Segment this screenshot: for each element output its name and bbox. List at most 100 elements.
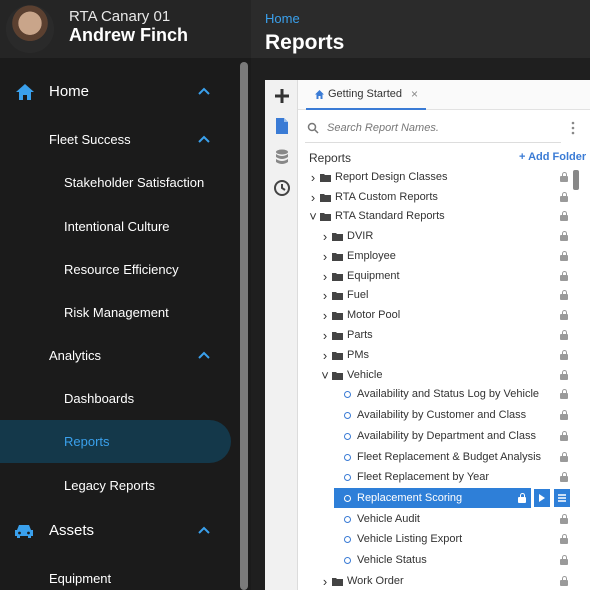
breadcrumb[interactable]: Home <box>265 11 300 26</box>
add-folder-button[interactable]: + Add Folder <box>519 151 586 163</box>
profile-header[interactable]: RTA Canary 01 Andrew Finch <box>0 0 251 58</box>
chevron-right-icon[interactable]: › <box>321 229 329 244</box>
nav-analytics-label: Analytics <box>49 348 102 363</box>
nav-legacy-reports[interactable]: Legacy Reports <box>0 464 240 507</box>
page-header: Home Reports <box>251 0 590 58</box>
tree-item-label: Fleet Replacement & Budget Analysis <box>357 451 542 463</box>
nav-equipment[interactable]: Equipment <box>0 557 240 590</box>
nav-analytics[interactable]: Analytics <box>0 334 240 377</box>
tree-report[interactable]: Availability by Customer and Class <box>342 405 526 425</box>
home-icon <box>315 90 324 99</box>
tab-getting-started[interactable]: Getting Started × <box>306 80 426 110</box>
lock-icon <box>560 452 568 462</box>
search-icon <box>307 122 319 134</box>
avatar[interactable] <box>6 5 54 53</box>
nav-risk-management[interactable]: Risk Management <box>0 291 240 334</box>
tree-report[interactable]: Availability by Department and Class <box>342 426 536 446</box>
lock-icon <box>560 271 568 281</box>
reports-panel: Getting Started × Reports + Add Folder ›… <box>265 80 590 590</box>
tree-item-label: Availability by Customer and Class <box>357 409 527 421</box>
chevron-up-icon[interactable] <box>198 350 210 360</box>
lock-icon <box>560 472 568 482</box>
tree-folder[interactable]: › Report Design Classes <box>309 167 448 187</box>
sidebar-scrollbar[interactable] <box>238 62 249 590</box>
nav-resource-efficiency[interactable]: Resource Efficiency <box>0 248 240 291</box>
nav-equipment-label: Equipment <box>49 571 112 586</box>
chevron-right-icon[interactable]: › <box>321 348 329 363</box>
nav-home[interactable]: Home <box>0 70 240 113</box>
tree-report[interactable]: Availability and Status Log by Vehicle <box>342 384 539 404</box>
chevron-up-icon[interactable] <box>198 525 210 535</box>
tree-report[interactable]: Fleet Replacement by Year <box>342 467 489 487</box>
close-icon[interactable]: × <box>411 87 418 101</box>
folder-icon <box>332 252 343 261</box>
report-dot-icon <box>344 494 351 502</box>
tree-folder[interactable]: › RTA Custom Reports <box>309 187 438 207</box>
chevron-up-icon[interactable] <box>198 86 210 96</box>
nav-dashboards[interactable]: Dashboards <box>0 377 240 420</box>
chevron-right-icon[interactable]: › <box>321 574 329 589</box>
lock-icon <box>560 410 568 420</box>
clock-icon[interactable] <box>270 176 294 200</box>
nav-legacy-label: Legacy Reports <box>64 478 156 493</box>
folder-icon <box>320 173 331 182</box>
nav-intentional-culture[interactable]: Intentional Culture <box>0 205 240 248</box>
run-report-button[interactable] <box>533 488 551 508</box>
tree-report[interactable]: Vehicle Listing Export <box>342 529 462 549</box>
chevron-down-icon[interactable]: ˅ <box>309 209 317 224</box>
chevron-right-icon[interactable]: › <box>309 190 317 205</box>
tree-item-label: Fleet Replacement by Year <box>357 471 490 483</box>
nav-assets[interactable]: Assets <box>0 509 240 552</box>
play-icon <box>539 494 545 502</box>
tree-report[interactable]: Replacement Scoring <box>342 488 462 508</box>
report-dot-icon <box>344 515 351 523</box>
chevron-right-icon[interactable]: › <box>321 269 329 284</box>
tree-folder[interactable]: › Equipment <box>321 266 400 286</box>
tree-folder[interactable]: › Work Order <box>321 571 404 590</box>
tree-folder[interactable]: ˅ RTA Standard Reports <box>309 206 444 226</box>
chevron-down-icon[interactable]: ˅ <box>321 368 329 383</box>
tree-folder[interactable]: › Fuel <box>321 285 369 305</box>
document-icon[interactable] <box>270 114 294 138</box>
report-dot-icon <box>344 473 351 481</box>
tree-item-label: Equipment <box>347 270 400 282</box>
search-input[interactable] <box>327 122 537 134</box>
chevron-right-icon[interactable]: › <box>321 308 329 323</box>
database-icon[interactable] <box>270 145 294 169</box>
nav-reports[interactable]: Reports <box>0 420 231 463</box>
add-icon[interactable] <box>270 84 294 108</box>
tree-scrollbar-thumb[interactable] <box>573 170 579 190</box>
tree-folder[interactable]: › Employee <box>321 246 396 266</box>
home-icon <box>16 84 34 100</box>
tree-folder[interactable]: › Motor Pool <box>321 305 400 325</box>
tree-folder[interactable]: › DVIR <box>321 226 373 246</box>
folder-icon <box>320 212 331 221</box>
tree-folder[interactable]: ˅ Vehicle <box>321 365 382 385</box>
org-name: RTA Canary 01 <box>69 8 171 25</box>
sidebar-scrollbar-thumb[interactable] <box>240 62 248 590</box>
lock-icon <box>560 211 568 221</box>
tree-report[interactable]: Vehicle Audit <box>342 509 420 529</box>
chevron-up-icon[interactable] <box>198 134 210 144</box>
nav-fleet-success[interactable]: Fleet Success <box>0 118 240 161</box>
tree-item-label: RTA Custom Reports <box>335 191 438 203</box>
tree-scrollbar[interactable] <box>573 170 579 590</box>
chevron-right-icon[interactable]: › <box>321 288 329 303</box>
tree-folder[interactable]: › PMs <box>321 345 369 365</box>
report-dot-icon <box>344 556 351 564</box>
report-menu-button[interactable] <box>553 488 571 508</box>
more-options-icon[interactable] <box>570 120 576 136</box>
tree-item-label: Fuel <box>347 289 369 301</box>
chevron-right-icon[interactable]: › <box>321 328 329 343</box>
nav-stakeholder-satisfaction[interactable]: Stakeholder Satisfaction <box>0 161 240 204</box>
tree-report[interactable]: Fleet Replacement & Budget Analysis <box>342 447 541 467</box>
chevron-right-icon[interactable]: › <box>309 170 317 185</box>
folder-icon <box>320 193 331 202</box>
report-dot-icon <box>344 432 351 440</box>
chevron-right-icon[interactable]: › <box>321 249 329 264</box>
search-underline <box>305 142 561 143</box>
tree-item-label: Parts <box>347 329 373 341</box>
tree-folder[interactable]: › Parts <box>321 325 373 345</box>
folder-icon <box>332 232 343 241</box>
tree-report[interactable]: Vehicle Status <box>342 550 427 570</box>
